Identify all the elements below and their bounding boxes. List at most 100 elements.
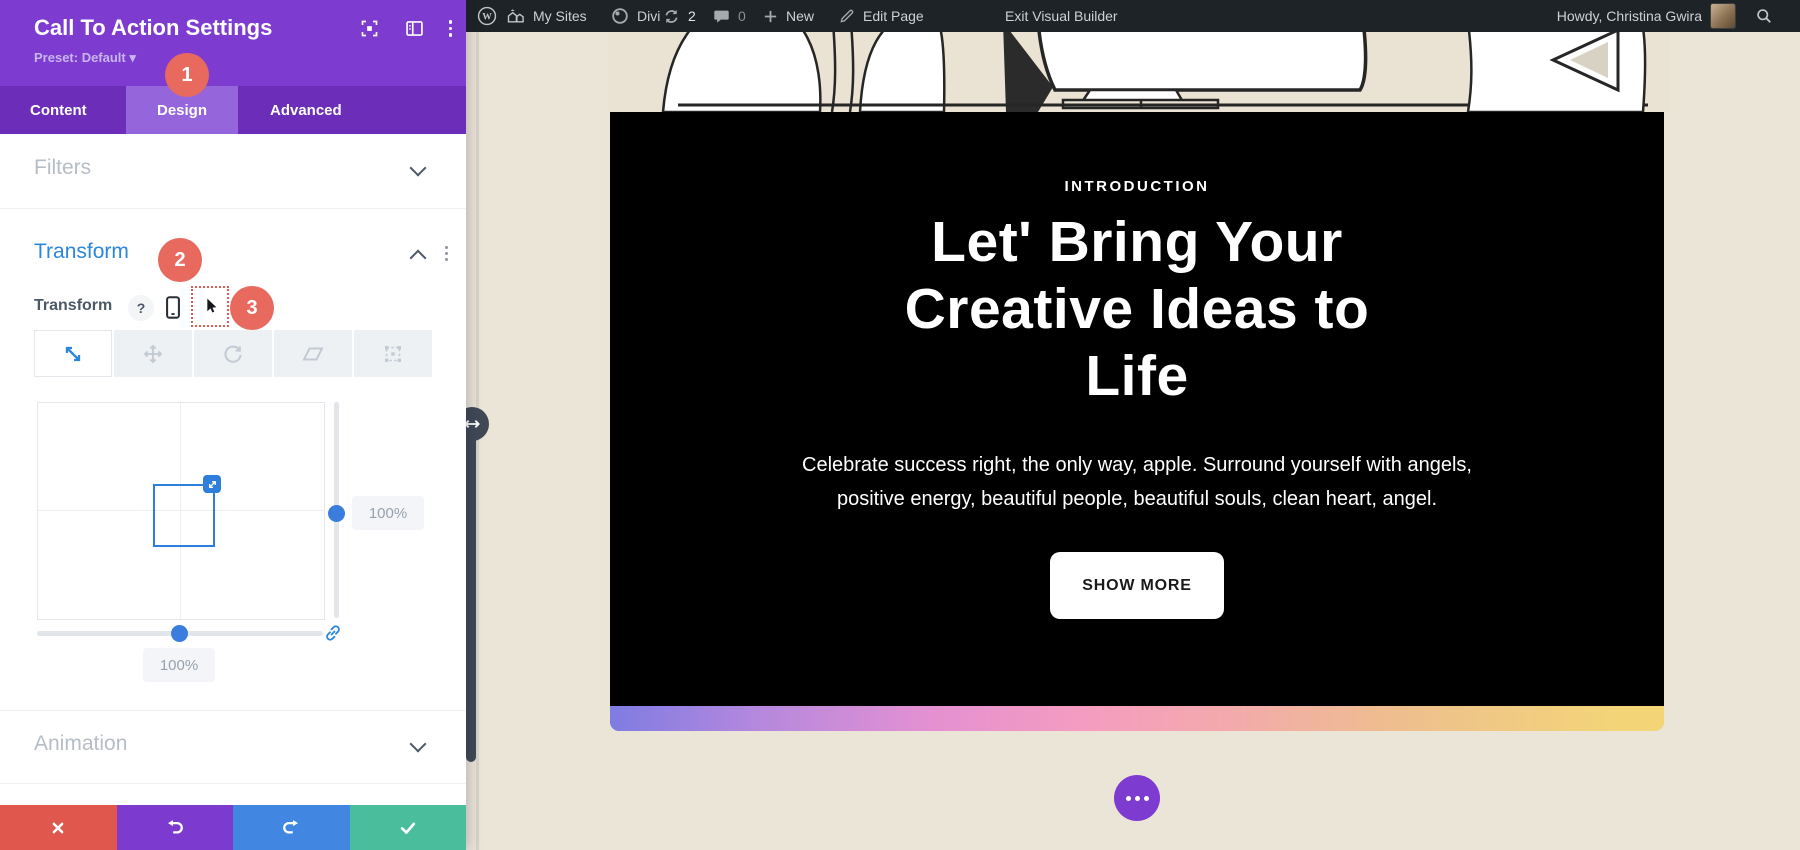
avatar[interactable] [1710, 0, 1736, 32]
section-divider [0, 710, 466, 711]
cta-body-line: Celebrate success right, the only way, a… [802, 448, 1472, 482]
panel-scrollbar[interactable] [466, 425, 476, 762]
update-icon [662, 7, 681, 26]
panel-action-bar [0, 805, 466, 850]
page-options-button[interactable] [1114, 775, 1160, 821]
line-art-illustration [608, 32, 1670, 112]
redo-icon [281, 817, 302, 838]
howdy-label: Howdy, Christina Gwira [1557, 8, 1702, 24]
responsive-phone-icon[interactable] [160, 294, 186, 327]
link-icon [322, 622, 344, 644]
preset-selector[interactable]: Preset: Default ▾ [34, 50, 136, 66]
scale-drag-handle[interactable] [203, 475, 221, 493]
transform-origin-tab[interactable] [354, 330, 432, 377]
section-divider [0, 783, 466, 784]
skew-icon [301, 342, 325, 366]
expand-modal-icon[interactable] [359, 18, 380, 39]
transform-rotate-tab[interactable] [194, 330, 272, 377]
cursor-icon [201, 296, 220, 317]
cta-body-text: Celebrate success right, the only way, a… [802, 448, 1472, 516]
transform-options-icon[interactable] [445, 246, 448, 261]
transform-skew-tab[interactable] [274, 330, 352, 377]
transform-preview-grid[interactable] [37, 402, 325, 620]
filters-section-title: Filters [34, 156, 91, 180]
wordpress-logo-icon: W [476, 5, 498, 27]
divi-label: Divi [637, 8, 660, 24]
panel-more-options-icon[interactable] [449, 20, 453, 37]
chevron-down-icon [410, 160, 427, 177]
search-icon [1754, 6, 1774, 26]
save-button[interactable] [350, 805, 467, 850]
filters-section-toggle[interactable]: Filters [0, 134, 466, 209]
scale-x-slider-thumb[interactable] [171, 625, 188, 642]
edit-page-menu[interactable]: Edit Page [838, 0, 924, 32]
cta-heading-line: Creative Ideas to [905, 276, 1370, 343]
search-menu[interactable] [1754, 0, 1774, 32]
redo-button[interactable] [233, 805, 350, 850]
step-badge-1: 1 [165, 53, 209, 97]
wordpress-menu[interactable]: W [476, 0, 498, 32]
my-sites-label: My Sites [533, 8, 587, 24]
cta-section[interactable]: INTRODUCTION Let' Bring Your Creative Id… [610, 112, 1664, 731]
cta-heading-line: Let' Bring Your [905, 209, 1370, 276]
chevron-up-icon[interactable] [410, 250, 427, 267]
expand-arrows-icon [207, 479, 218, 490]
link-axes-toggle[interactable] [322, 622, 344, 649]
transform-mode-tabs [34, 330, 432, 377]
svg-text:W: W [482, 12, 492, 23]
snap-panel-layout-icon[interactable] [404, 18, 425, 39]
undo-button[interactable] [117, 805, 234, 850]
account-menu[interactable]: Howdy, Christina Gwira [1557, 0, 1702, 32]
new-menu[interactable]: New [762, 0, 814, 32]
updates-menu[interactable]: 2 [662, 0, 696, 32]
hover-cursor-toggle[interactable] [191, 286, 229, 327]
rotate-icon [221, 342, 245, 366]
move-icon [141, 342, 165, 366]
dot [1126, 796, 1131, 801]
tab-advanced[interactable]: Advanced [238, 86, 378, 134]
show-more-button[interactable]: SHOW MORE [1050, 552, 1224, 619]
discard-button[interactable] [0, 805, 117, 850]
edit-page-label: Edit Page [863, 8, 924, 24]
cta-gradient-bar [610, 706, 1664, 731]
comment-count: 0 [738, 8, 746, 24]
cta-heading: Let' Bring Your Creative Ideas to Life [905, 209, 1370, 410]
dot [1135, 796, 1140, 801]
panel-resize-divider[interactable] [476, 32, 479, 850]
divi-logo-icon [610, 6, 630, 26]
divi-menu[interactable]: Divi [610, 0, 660, 32]
origin-icon [381, 342, 405, 366]
panel-tabs: Content Design Advanced [0, 86, 466, 134]
transform-target-rect[interactable] [153, 484, 215, 547]
cta-eyebrow: INTRODUCTION [1065, 178, 1210, 195]
transform-scale-tab[interactable] [34, 330, 112, 377]
close-icon [49, 819, 67, 837]
pencil-icon [838, 7, 856, 25]
comments-menu[interactable]: 0 [712, 0, 746, 32]
panel-header: Call To Action Settings Preset: Default … [0, 0, 466, 86]
call-to-action-settings-panel: Call To Action Settings Preset: Default … [0, 0, 466, 850]
transform-section-title[interactable]: Transform [34, 240, 129, 264]
tab-content[interactable]: Content [0, 86, 126, 134]
my-sites-menu[interactable]: My Sites [506, 0, 587, 32]
cta-body-line: positive energy, beautiful people, beaut… [802, 482, 1472, 516]
scale-icon [61, 342, 85, 366]
animation-section-title: Animation [34, 732, 127, 756]
page-illustration [608, 32, 1670, 112]
transform-translate-tab[interactable] [114, 330, 192, 377]
new-label: New [786, 8, 814, 24]
undo-icon [164, 817, 185, 838]
help-icon[interactable]: ? [128, 295, 154, 321]
cta-heading-line: Life [905, 343, 1370, 410]
scale-y-value: 100% [352, 496, 424, 530]
update-count: 2 [688, 8, 696, 24]
exit-visual-builder-label: Exit Visual Builder [1005, 8, 1118, 24]
my-sites-icon [506, 6, 526, 26]
comments-icon [712, 7, 731, 26]
dot [1144, 796, 1149, 801]
scale-y-slider-thumb[interactable] [328, 505, 345, 522]
step-badge-3: 3 [230, 286, 274, 330]
exit-visual-builder[interactable]: Exit Visual Builder [1005, 0, 1118, 32]
user-avatar-image [1710, 3, 1736, 29]
scale-x-value: 100% [143, 648, 215, 682]
